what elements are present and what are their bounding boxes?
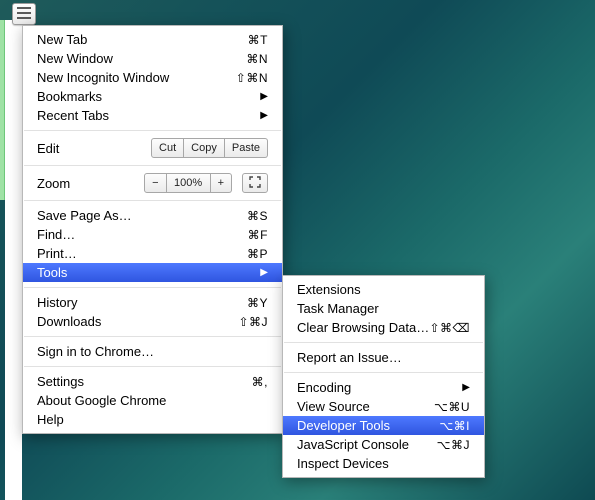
menu-label: Downloads xyxy=(37,314,238,329)
copy-button[interactable]: Copy xyxy=(184,138,225,158)
menu-label: Print… xyxy=(37,246,247,261)
zoom-in-button[interactable]: + xyxy=(211,173,232,193)
menu-item-sign-in[interactable]: Sign in to Chrome… xyxy=(23,342,282,361)
menu-label: Tools xyxy=(37,265,260,280)
chrome-menu-button[interactable] xyxy=(12,3,36,25)
menu-label: Zoom xyxy=(37,176,144,191)
fullscreen-icon xyxy=(249,176,261,191)
menu-separator xyxy=(284,342,483,343)
submenu-arrow-icon: ▶ xyxy=(462,382,470,393)
cut-button[interactable]: Cut xyxy=(151,138,184,158)
menu-label: Help xyxy=(37,412,268,427)
menu-shortcut: ⇧⌘J xyxy=(238,315,268,329)
menu-separator xyxy=(24,287,281,288)
chrome-main-menu: New Tab ⌘T New Window ⌘N New Incognito W… xyxy=(22,25,283,434)
menu-item-about-chrome[interactable]: About Google Chrome xyxy=(23,391,282,410)
menu-label: Recent Tabs xyxy=(37,108,260,123)
menu-item-save-page-as[interactable]: Save Page As… ⌘S xyxy=(23,206,282,225)
menu-label: View Source xyxy=(297,399,434,414)
menu-item-tools[interactable]: Tools ▶ xyxy=(23,263,282,282)
menu-label: About Google Chrome xyxy=(37,393,268,408)
menu-label: Bookmarks xyxy=(37,89,260,104)
fullscreen-button[interactable] xyxy=(242,173,268,193)
browser-chrome-edge xyxy=(5,20,22,500)
menu-shortcut: ⌘S xyxy=(247,209,268,223)
menu-item-zoom: Zoom − 100% + xyxy=(23,171,282,195)
submenu-arrow-icon: ▶ xyxy=(260,267,268,278)
submenu-arrow-icon: ▶ xyxy=(260,91,268,102)
menu-item-bookmarks[interactable]: Bookmarks ▶ xyxy=(23,87,282,106)
paste-button[interactable]: Paste xyxy=(225,138,268,158)
submenu-item-developer-tools[interactable]: Developer Tools ⌥⌘I xyxy=(283,416,484,435)
menu-label: New Tab xyxy=(37,32,248,47)
menu-item-new-tab[interactable]: New Tab ⌘T xyxy=(23,30,282,49)
menu-label: History xyxy=(37,295,247,310)
menu-label: Find… xyxy=(37,227,248,242)
menu-label: Encoding xyxy=(297,380,462,395)
menu-separator xyxy=(24,165,281,166)
menu-shortcut: ⌥⌘I xyxy=(439,419,470,433)
menu-shortcut: ⌘T xyxy=(248,33,268,47)
menu-label: Developer Tools xyxy=(297,418,439,433)
tools-submenu: Extensions Task Manager Clear Browsing D… xyxy=(282,275,485,478)
zoom-out-button[interactable]: − xyxy=(144,173,166,193)
menu-item-find[interactable]: Find… ⌘F xyxy=(23,225,282,244)
menu-label: Settings xyxy=(37,374,252,389)
submenu-item-javascript-console[interactable]: JavaScript Console ⌥⌘J xyxy=(283,435,484,454)
menu-item-history[interactable]: History ⌘Y xyxy=(23,293,282,312)
menu-shortcut: ⌘F xyxy=(248,228,268,242)
menu-item-settings[interactable]: Settings ⌘, xyxy=(23,372,282,391)
menu-separator xyxy=(24,200,281,201)
menu-label: Sign in to Chrome… xyxy=(37,344,268,359)
menu-label: Edit xyxy=(37,141,151,156)
menu-label: Report an Issue… xyxy=(297,350,470,365)
menu-item-new-incognito-window[interactable]: New Incognito Window ⇧⌘N xyxy=(23,68,282,87)
menu-item-downloads[interactable]: Downloads ⇧⌘J xyxy=(23,312,282,331)
menu-shortcut: ⇧⌘N xyxy=(236,71,268,85)
menu-item-help[interactable]: Help xyxy=(23,410,282,429)
submenu-item-clear-browsing-data[interactable]: Clear Browsing Data… ⇧⌘⌫ xyxy=(283,318,484,337)
submenu-arrow-icon: ▶ xyxy=(260,110,268,121)
menu-item-edit: Edit Cut Copy Paste xyxy=(23,136,282,160)
zoom-level-display: 100% xyxy=(167,173,211,193)
menu-shortcut: ⌘P xyxy=(247,247,268,261)
zoom-button-group: − 100% + xyxy=(144,173,232,193)
menu-label: Clear Browsing Data… xyxy=(297,320,429,335)
menu-label: New Window xyxy=(37,51,246,66)
menu-label: Inspect Devices xyxy=(297,456,470,471)
submenu-item-task-manager[interactable]: Task Manager xyxy=(283,299,484,318)
menu-label: Extensions xyxy=(297,282,470,297)
menu-separator xyxy=(24,130,281,131)
menu-shortcut: ⌥⌘J xyxy=(437,438,470,452)
menu-label: New Incognito Window xyxy=(37,70,236,85)
edit-button-group: Cut Copy Paste xyxy=(151,138,268,158)
menu-shortcut: ⌘, xyxy=(252,375,268,389)
menu-item-recent-tabs[interactable]: Recent Tabs ▶ xyxy=(23,106,282,125)
menu-separator xyxy=(24,366,281,367)
menu-separator xyxy=(284,372,483,373)
hamburger-icon xyxy=(17,7,31,22)
menu-label: Task Manager xyxy=(297,301,470,316)
menu-shortcut: ⇧⌘⌫ xyxy=(429,321,470,335)
menu-label: JavaScript Console xyxy=(297,437,437,452)
menu-label: Save Page As… xyxy=(37,208,247,223)
menu-shortcut: ⌘N xyxy=(246,52,268,66)
submenu-item-view-source[interactable]: View Source ⌥⌘U xyxy=(283,397,484,416)
desktop-background: New Tab ⌘T New Window ⌘N New Incognito W… xyxy=(0,0,595,500)
submenu-item-report-issue[interactable]: Report an Issue… xyxy=(283,348,484,367)
submenu-item-extensions[interactable]: Extensions xyxy=(283,280,484,299)
submenu-item-encoding[interactable]: Encoding ▶ xyxy=(283,378,484,397)
menu-shortcut: ⌥⌘U xyxy=(434,400,470,414)
menu-shortcut: ⌘Y xyxy=(247,296,268,310)
menu-item-print[interactable]: Print… ⌘P xyxy=(23,244,282,263)
menu-item-new-window[interactable]: New Window ⌘N xyxy=(23,49,282,68)
submenu-item-inspect-devices[interactable]: Inspect Devices xyxy=(283,454,484,473)
menu-separator xyxy=(24,336,281,337)
